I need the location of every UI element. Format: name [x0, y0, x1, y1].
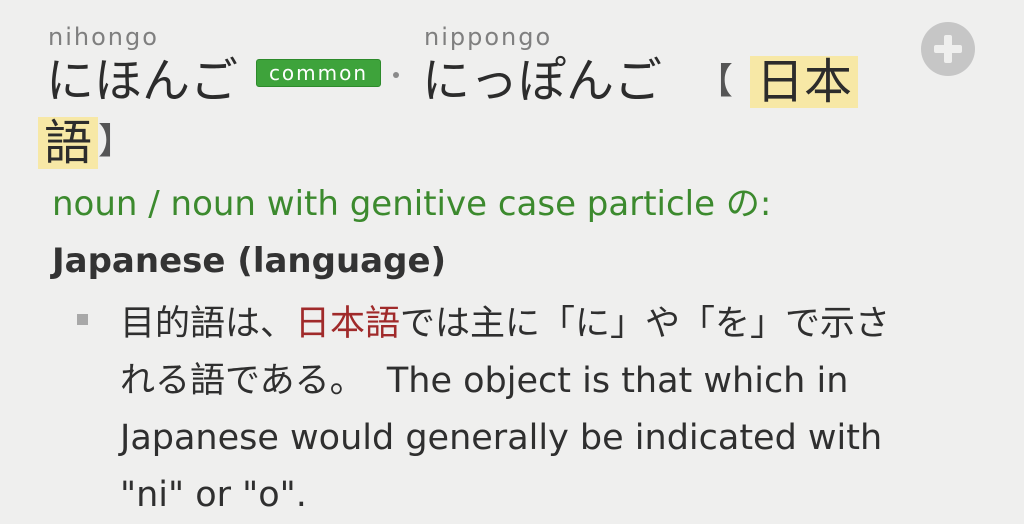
reading-romaji-2: nippongo	[424, 23, 553, 51]
reading-separator	[393, 72, 399, 78]
common-badge: common	[256, 59, 381, 87]
example-highlight-word: 日本語	[295, 304, 401, 344]
gloss-text: Japanese (language)	[52, 241, 447, 281]
reading-kana-2: にっぽんご	[422, 53, 663, 109]
kanji-open-bracket: 【	[697, 61, 734, 102]
example-bullet-icon	[77, 314, 88, 325]
add-to-list-button[interactable]	[921, 22, 975, 76]
kanji-headword-line2: 語	[38, 117, 99, 169]
dictionary-entry: nihongo にほんご common nippongo にっぽんご 【 日本 …	[0, 0, 1024, 515]
kanji-headword-line1: 日本	[750, 56, 859, 108]
part-of-speech: noun / noun with genitive case particle …	[52, 184, 772, 224]
reading-romaji-1: nihongo	[48, 23, 159, 51]
example-sentence: 目的語は、日本語では主に「に」や「を」で示される語である。 The object…	[120, 296, 910, 524]
example-japanese-pre: 目的語は、	[120, 304, 296, 344]
reading-kana-1: にほんご	[46, 53, 239, 109]
kanji-close-bracket: 】	[98, 121, 135, 162]
